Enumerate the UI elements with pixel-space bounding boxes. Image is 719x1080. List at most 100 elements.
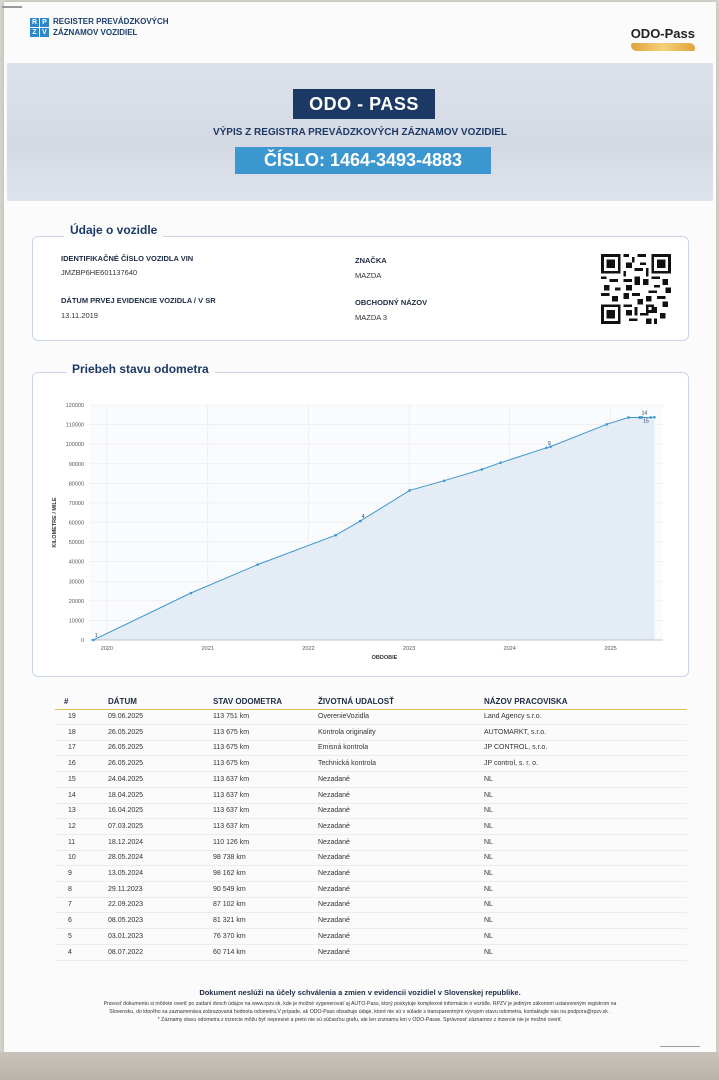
row-event: Nezadané	[318, 948, 350, 956]
table-row: 19 09.06.2025 113 751 km OverenieVozidla Lan…	[55, 710, 687, 725]
row-odometer: 113 637 km	[213, 791, 250, 799]
table-row: 16 26.05.2025 113 675 km Technická kontrola…	[55, 757, 687, 773]
row-event: Nezadané	[318, 870, 350, 877]
x-tick-label: 2021	[202, 646, 214, 652]
row-number: 4	[68, 948, 72, 956]
col-header-odometer: STAV ODOMETRA	[213, 697, 283, 706]
row-odometer: 113 675 km	[213, 728, 250, 736]
x-axis-title: OBDOBIE	[372, 655, 398, 661]
y-tick-label: 20000	[69, 599, 84, 605]
data-point	[358, 519, 362, 523]
y-tick-label: 60000	[69, 521, 84, 527]
data-point	[549, 445, 552, 448]
row-event: Nezadané	[318, 791, 350, 799]
row-odometer: 76 370 km	[213, 932, 246, 940]
table-row: 7 22.09.2023 87 102 km Nezadané NL	[55, 898, 687, 914]
y-tick-label: 40000	[69, 560, 84, 566]
y-tick-label: 0	[81, 638, 84, 644]
row-date: 18.12.2024	[108, 838, 144, 846]
y-tick-label: 50000	[69, 540, 84, 546]
col-header-number: #	[64, 697, 69, 706]
y-tick-label: 100000	[66, 442, 84, 448]
data-point	[545, 446, 548, 450]
data-point	[92, 638, 95, 642]
row-date: 26.05.2025	[108, 744, 144, 752]
row-event: Nezadané	[318, 822, 350, 830]
row-workplace: NL	[484, 791, 493, 799]
row-number: 12	[68, 822, 76, 830]
row-number: 17	[68, 744, 76, 752]
row-date: 08.07.2022	[108, 948, 144, 956]
x-tick-label: 2025	[604, 646, 616, 652]
row-workplace: Land Agency s.r.o.	[484, 713, 542, 720]
row-date: 29.11.2023	[108, 885, 143, 893]
table-row: 6 08.05.2023 81 321 km Nezadané NL	[55, 914, 687, 930]
table-row: 14 18.04.2025 113 637 km Nezadané NL	[55, 789, 687, 804]
row-event: Nezadané	[318, 901, 350, 909]
x-tick-label: 2020	[101, 646, 113, 652]
row-number: 18	[68, 728, 76, 736]
row-event: Emisná kontrola	[318, 744, 369, 752]
row-odometer: 113 637 km	[213, 775, 250, 783]
footer-note-line: Slovensku, do ktorého sa zaznamenáva zob…	[109, 1009, 611, 1015]
row-event: Nezadané	[318, 885, 350, 893]
row-event: Kontrola originality	[318, 728, 376, 736]
col-header-date: DÁTUM	[108, 697, 137, 706]
row-workplace: JP control, s. r. o.	[484, 760, 538, 768]
row-workplace: JP CONTROL, s.r.o.	[484, 744, 548, 752]
row-event: Nezadané	[318, 807, 350, 815]
y-tick-label: 110000	[66, 423, 84, 429]
row-odometer: 113 637 km	[213, 822, 250, 830]
x-tick-label: 2022	[302, 646, 314, 652]
row-event: Nezadané	[318, 917, 350, 925]
row-odometer: 113 675 km	[213, 760, 250, 768]
y-axis-title: KILOMETRE / MILE	[52, 497, 58, 547]
data-point	[334, 533, 337, 537]
row-odometer: 90 549 km	[213, 885, 246, 893]
data-point	[649, 416, 652, 419]
row-workplace: AUTOMARKT, s.r.o.	[484, 728, 547, 736]
y-tick-label: 10000	[69, 618, 84, 624]
data-label: 15	[643, 418, 649, 424]
row-number: 10	[68, 854, 76, 862]
row-odometer: 60 714 km	[213, 948, 246, 956]
row-number: 7	[68, 901, 72, 909]
row-date: 08.05.2023	[108, 917, 144, 925]
row-event: Nezadané	[318, 854, 350, 862]
row-event: Nezadané	[318, 775, 350, 783]
x-tick-label: 2024	[504, 646, 516, 652]
data-point	[605, 423, 609, 426]
data-point	[499, 461, 502, 464]
row-workplace: NL	[484, 854, 493, 862]
row-odometer: 98 162 km	[213, 870, 246, 877]
row-workplace: NL	[484, 838, 493, 846]
row-workplace: NL	[484, 870, 493, 877]
data-point	[480, 468, 484, 471]
row-odometer: 110 126 km	[213, 838, 250, 846]
data-point	[189, 591, 193, 595]
data-point	[256, 563, 259, 566]
row-number: 13	[68, 807, 76, 815]
table-row: 17 26.05.2025 113 675 km Emisná kontrola JP …	[55, 741, 687, 757]
table-row: 13 16.04.2025 113 637 km Nezadané NL	[55, 804, 687, 820]
row-number: 16	[68, 760, 76, 768]
table-row: 10 28.05.2024 98 738 km Nezadané NL	[55, 851, 687, 867]
row-workplace: NL	[484, 885, 493, 893]
table-row: 9 13.05.2024 98 162 km Nezadané NL	[55, 867, 687, 882]
y-tick-label: 30000	[69, 579, 84, 585]
y-tick-label: 90000	[69, 462, 84, 468]
row-workplace: NL	[484, 948, 493, 956]
footer-note-line: Pravosť dokumentu si môžete overiť po za…	[103, 1001, 617, 1007]
footer-notes: Pravosť dokumentu si môžete overiť po za…	[30, 1000, 690, 1024]
y-tick-label: 80000	[69, 481, 84, 487]
row-event: Nezadané	[318, 932, 350, 940]
row-date: 22.09.2023	[108, 901, 144, 909]
table-row: 12 07.03.2025 113 637 km Nezadané NL	[55, 820, 687, 835]
data-point	[408, 489, 411, 492]
x-tick-label: 2023	[403, 646, 415, 652]
row-odometer: 98 738 km	[213, 854, 246, 862]
row-odometer: 113 751 km	[213, 713, 250, 720]
data-label: 1	[95, 633, 98, 639]
y-tick-label: 70000	[69, 501, 84, 507]
footer-disclaimer: Dokument neslúži na účely schválenia a z…	[199, 988, 521, 997]
